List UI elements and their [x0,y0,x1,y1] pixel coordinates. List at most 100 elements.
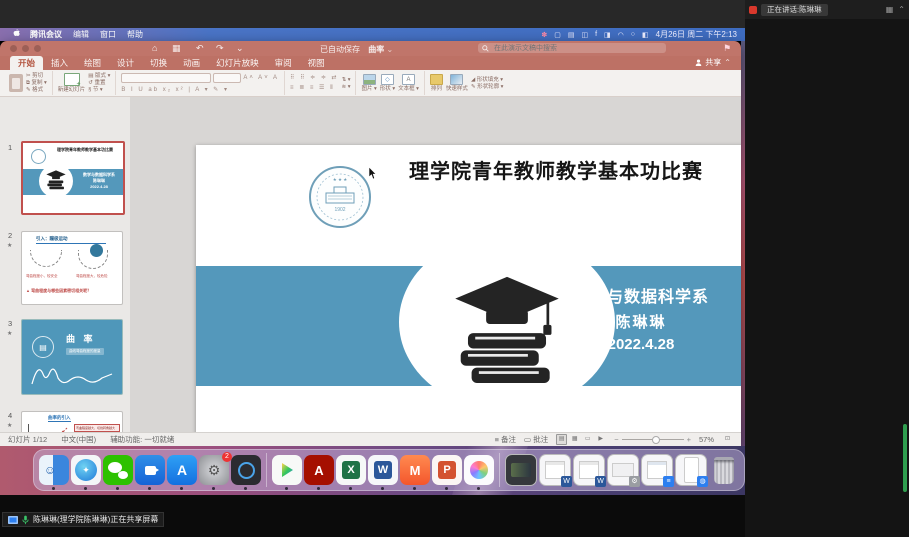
panel-collapse-icon[interactable]: ⌃ [898,5,905,14]
notes-button[interactable]: ≡ 备注 [495,434,516,445]
dock-minimized-dark-window[interactable] [505,454,537,486]
section-button[interactable]: § 节 ▾ [88,87,110,93]
tab-home[interactable]: 开始 [10,56,43,70]
tab-draw[interactable]: 绘图 [76,56,109,70]
slideshow-button[interactable]: ▶ [595,434,606,445]
dock-tencent-meeting-icon[interactable] [135,455,165,485]
more-tools-icon[interactable]: ⌄ [236,43,244,54]
search-icon[interactable]: ○ [631,31,635,38]
list-indent-buttons[interactable]: ⠿ ⠿ ≑ ≑ ⇄ [290,74,339,81]
window-close-button[interactable] [10,45,17,52]
whats-new-flag-icon[interactable]: ⚑ [723,43,731,54]
align-text-button[interactable]: ≋ ▾ [342,84,351,90]
layout-switch-icon[interactable]: ▦ [886,5,894,14]
slide-thumbnail-2[interactable]: 引入：蹦极运动 弯曲程度小，较安全 弯曲程度大，较危险 ▲ 弯曲程度与哪些因素密… [21,231,123,305]
wifi-icon[interactable]: ◠ [618,31,624,39]
dock-acrobat-icon[interactable]: A [304,455,334,485]
dock-finder-icon[interactable]: ☺ [39,455,69,485]
menu-edit[interactable]: 编辑 [73,29,89,40]
menu-help[interactable]: 帮助 [127,29,143,40]
tab-animations[interactable]: 动画 [175,56,208,70]
dock-minimized-settings-window[interactable]: ⚙ [607,454,639,486]
dock-app-store-icon[interactable]: A [167,455,197,485]
cut-button[interactable]: ✂ 剪切 [26,73,47,79]
status-f-icon[interactable]: f [595,31,597,38]
dock-system-settings-icon[interactable]: ⚙2 [199,455,229,485]
shape-fill-button[interactable]: ◢ 形状填充 ▾ [471,77,503,83]
font-name-select[interactable] [121,73,211,83]
comments-button[interactable]: ▭ 批注 [524,434,548,445]
dock-tencent-video-icon[interactable] [272,455,302,485]
font-style-buttons[interactable]: B I U ab x₂ x² | A ▾ ✎ ▾ [121,86,279,93]
paste-button[interactable] [9,74,23,92]
home-icon[interactable]: ⌂ [152,43,157,54]
tab-review[interactable]: 审阅 [267,56,300,70]
accessibility-status[interactable]: 辅助功能: 一切就绪 [110,434,174,445]
dock-minimized-notes-window[interactable]: ≡ [641,454,673,486]
normal-view-button[interactable]: ▤ [556,434,567,445]
menu-window[interactable]: 窗口 [100,29,116,40]
status-display-icon[interactable]: ▢ [554,31,561,39]
tab-slideshow[interactable]: 幻灯片放映 [208,56,267,70]
title-chevron-icon[interactable]: ⌄ [386,45,393,54]
menu-tencent-meeting[interactable]: 腾讯会议 [30,29,62,40]
fit-slide-button[interactable]: ⊡ [722,434,733,445]
undo-icon[interactable]: ↶ [196,43,204,54]
language-indicator[interactable]: 中文(中国) [61,434,96,445]
window-zoom-button[interactable] [34,45,41,52]
zoom-slider[interactable]: − + [614,435,691,444]
font-size-select[interactable] [213,73,241,83]
arrange-button[interactable]: 排列 [430,74,443,92]
slide-thumbnail-4[interactable]: 曲率的引入 弯曲程度越大，切线转角越大 单位弧长上的转角刻画平均弯曲程度 K =… [21,411,123,432]
slide-sorter-button[interactable]: ▦ [569,434,580,445]
status-keyboard-icon[interactable]: ◨ [604,31,611,39]
status-battery-icon[interactable]: ◫ [581,31,588,39]
grow-shrink-font-buttons[interactable]: A˄ A˅ A [243,75,279,81]
layout-button[interactable]: ▤ 版式 ▾ [88,73,110,79]
current-slide[interactable]: 理学院青年教师教学基本功比赛 1902 ★ ★ ★ [196,145,741,446]
insert-textbox-button[interactable]: A 文本框 ▾ [398,74,419,92]
tab-insert[interactable]: 插入 [43,56,76,70]
dock-screen-tool-icon[interactable] [231,455,261,485]
dock-mindmaster-icon[interactable]: M [400,455,430,485]
search-box[interactable] [478,43,666,53]
menubar-datetime[interactable]: 4月26日 周二 下午2:13 [656,29,737,40]
tab-design[interactable]: 设计 [109,56,142,70]
format-painter-button[interactable]: ✎ 格式 [26,87,47,93]
dock-minimized-mobile-window[interactable]: ◍ [675,454,707,486]
dock-wechat-icon[interactable] [103,455,133,485]
insert-picture-button[interactable]: 图片 ▾ [361,74,376,92]
shape-outline-button[interactable]: ✎ 形状轮廓 ▾ [471,84,503,90]
control-center-icon[interactable]: ◧ [642,31,649,39]
apple-menu-icon[interactable] [12,29,20,40]
slide-thumbnail-3[interactable]: ▤ 曲 率 曲线弯曲程度的度量 [21,319,123,395]
tab-view[interactable]: 视图 [300,56,333,70]
reset-button[interactable]: ↺ 重置 [88,80,110,86]
dock-minimized-word-doc-1[interactable]: W [539,454,571,486]
share-button[interactable]: 共享 ⌃ [695,57,731,70]
search-input[interactable] [492,44,656,53]
dock-minimized-word-doc-2[interactable]: W [573,454,605,486]
window-minimize-button[interactable] [22,45,29,52]
reading-view-button[interactable]: ▭ [582,434,593,445]
dock-powerpoint-icon[interactable]: P [432,455,462,485]
status-input-icon[interactable]: ▤ [568,31,575,39]
insert-shapes-button[interactable]: ◇ 形状 ▾ [380,74,395,92]
redo-icon[interactable]: ↷ [216,43,224,54]
dock-word-icon[interactable]: W [368,455,398,485]
status-flower-icon[interactable]: ✽ [541,31,547,39]
tab-transitions[interactable]: 切换 [142,56,175,70]
new-slide-button[interactable]: + 新建幻灯片 [58,73,86,93]
align-buttons[interactable]: ≡ ≣ ≡ ☰ ⫴ [290,84,339,92]
save-icon[interactable]: ▦ [172,43,181,54]
slide-thumbnail-1[interactable]: 理学院青年教师教学基本功比赛 数学与数据科学系 陈琳琳 2022.4.28 [21,141,125,215]
dock-safari-icon[interactable]: ✦ [71,455,101,485]
quick-styles-button[interactable]: 快速样式 [446,74,468,92]
panel-scrollbar[interactable] [903,424,907,492]
slide-canvas[interactable]: 理学院青年教师教学基本功比赛 1902 ★ ★ ★ [130,97,741,432]
dock-excel-icon[interactable]: X [336,455,366,485]
copy-button[interactable]: ⧉ 复制 ▾ [26,80,47,86]
collapse-ribbon-icon[interactable]: ⌃ [724,58,731,67]
trash-icon[interactable] [709,455,739,485]
dock-lemon-cleaner-icon[interactable] [464,455,494,485]
